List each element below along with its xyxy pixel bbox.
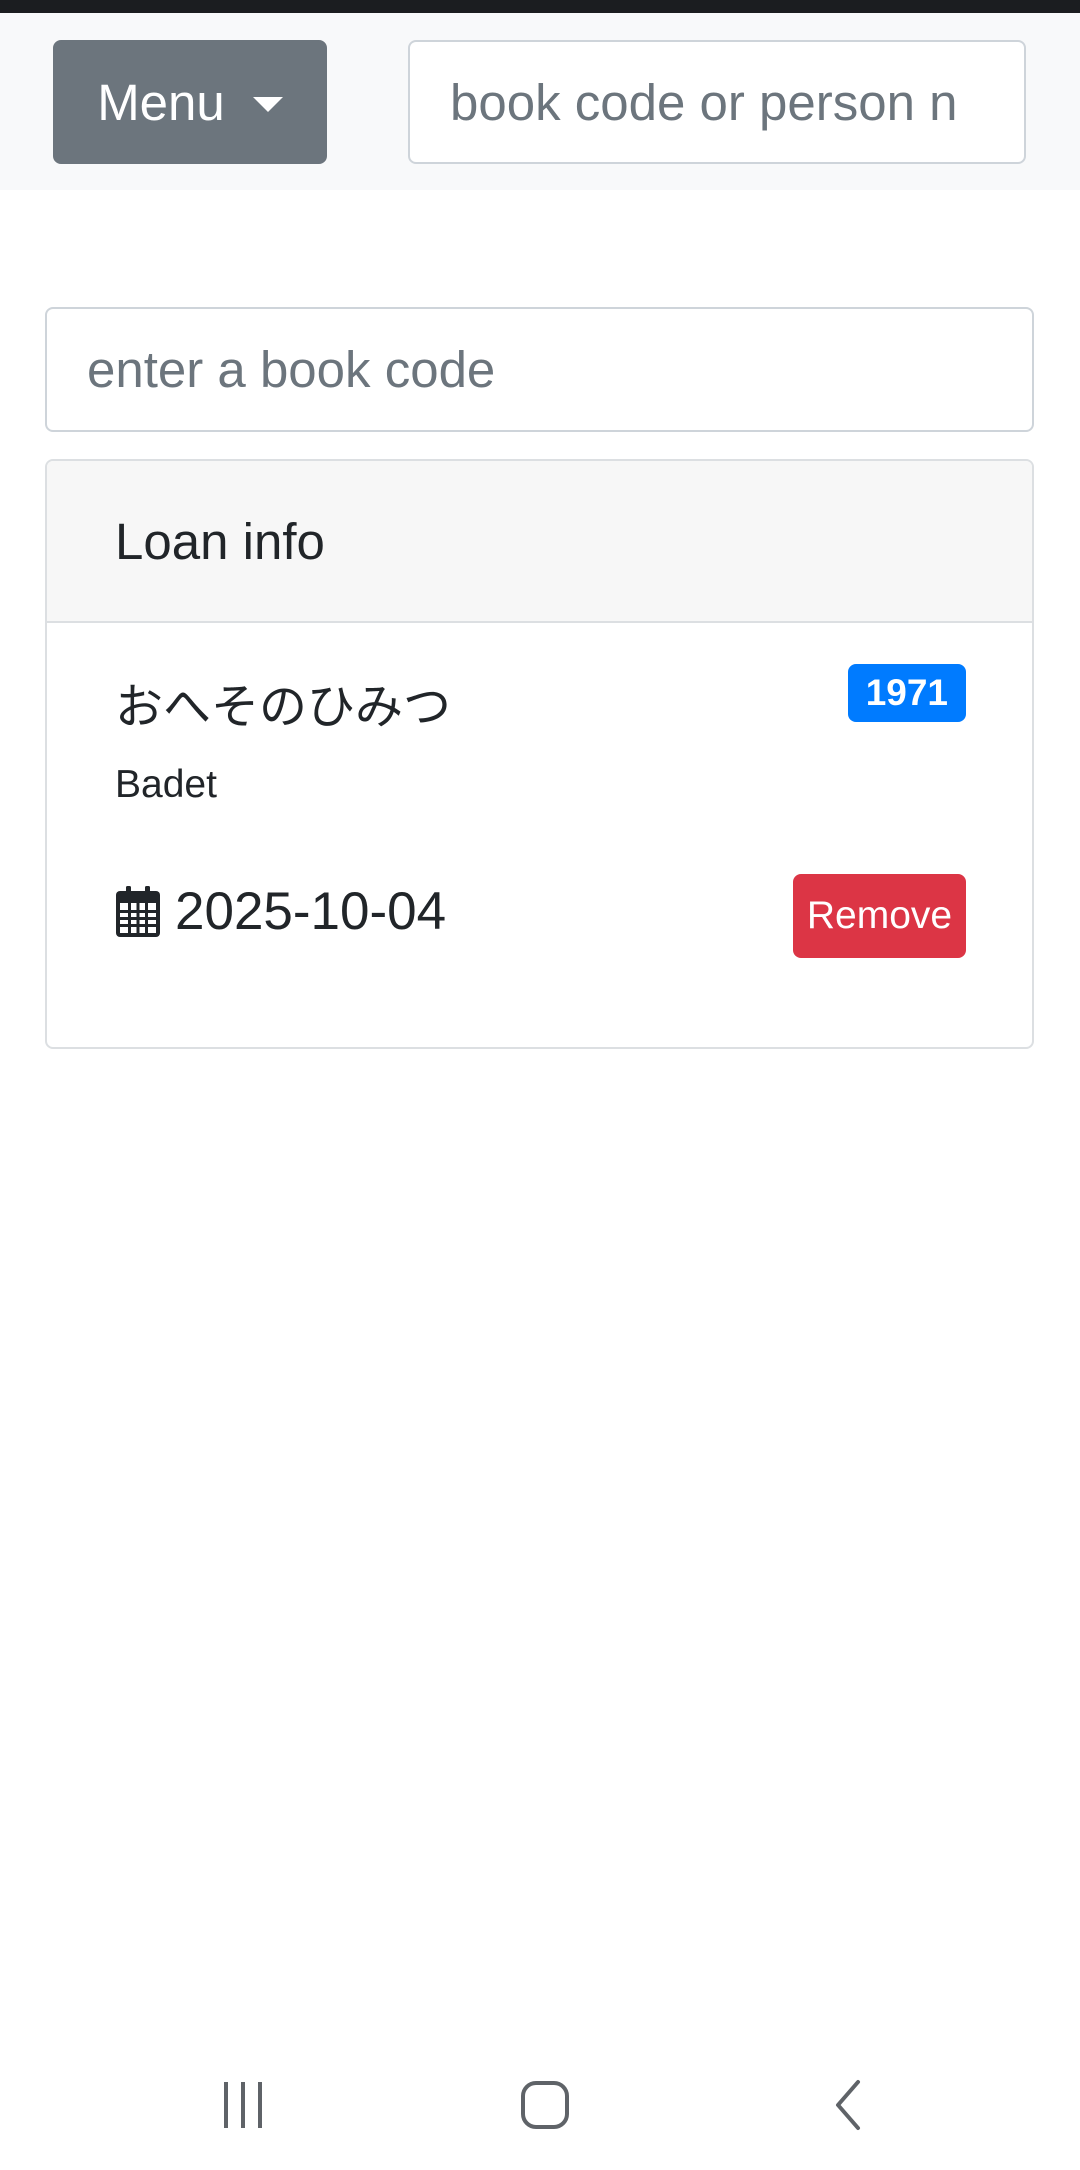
menu-dropdown-button[interactable]: Menu xyxy=(53,40,327,164)
home-icon xyxy=(521,2081,569,2129)
recents-icon xyxy=(224,2082,262,2128)
recents-button[interactable] xyxy=(193,2060,293,2150)
book-title: おへそのひみつ xyxy=(115,679,452,735)
card-title: Loan info xyxy=(115,512,325,570)
status-bar xyxy=(0,0,1080,13)
book-code-badge: 1971 xyxy=(847,664,966,722)
book-code-input[interactable] xyxy=(45,307,1034,432)
due-date: 2025-10-04 xyxy=(175,882,447,941)
back-icon xyxy=(836,2080,860,2130)
card-body: おへそのひみつ 1971 Badet 2025-10-04 Remove xyxy=(47,623,1032,1047)
search-input[interactable] xyxy=(408,40,1026,164)
menu-label: Menu xyxy=(97,73,225,131)
back-button[interactable] xyxy=(798,2060,898,2150)
chevron-down-icon xyxy=(252,96,283,112)
remove-button[interactable]: Remove xyxy=(793,874,966,958)
home-button[interactable] xyxy=(495,2060,595,2150)
book-author: Badet xyxy=(115,763,217,806)
loan-info-card: Loan info おへそのひみつ 1971 Badet 2025-10-04 … xyxy=(45,459,1034,1049)
due-date-row: 2025-10-04 xyxy=(115,881,446,942)
system-nav-bar xyxy=(0,2040,1080,2170)
navbar: Menu xyxy=(0,13,1080,190)
calendar-icon xyxy=(116,885,160,937)
card-header: Loan info xyxy=(47,461,1032,623)
